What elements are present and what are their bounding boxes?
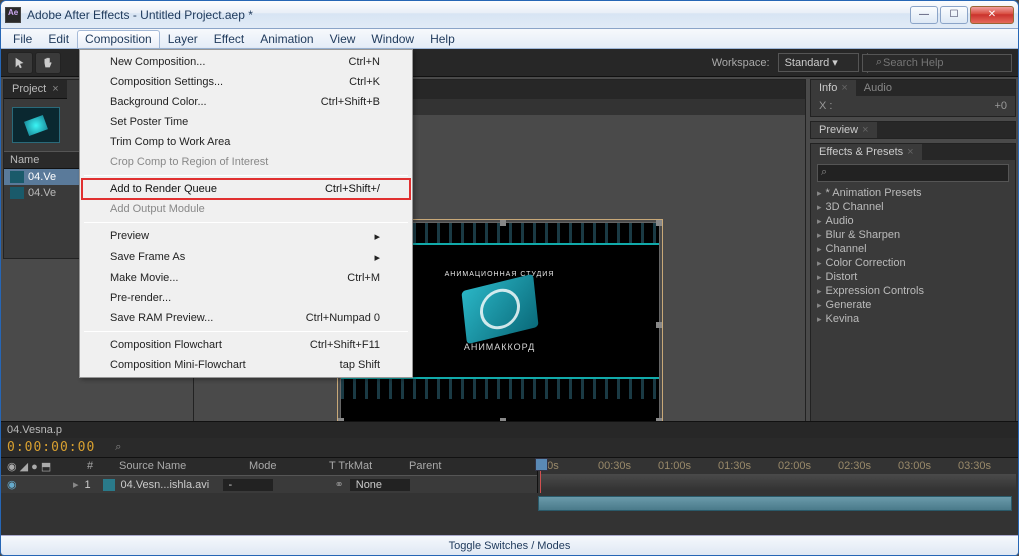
num-col: # — [87, 460, 99, 473]
hand-tool-icon[interactable] — [35, 52, 61, 74]
menu-edit[interactable]: Edit — [40, 30, 77, 48]
effects-tab[interactable]: Effects & Presets× — [811, 144, 922, 160]
menu-item-pre-render[interactable]: Pre-render... — [82, 288, 410, 308]
preview-tab[interactable]: Preview× — [811, 122, 877, 138]
menu-item-add-output-module: Add Output Module — [82, 199, 410, 219]
workspace-label: Workspace: — [712, 57, 770, 69]
menu-item-set-poster-time[interactable]: Set Poster Time — [82, 112, 410, 132]
audio-tab[interactable]: Audio — [856, 80, 900, 96]
menu-help[interactable]: Help — [422, 30, 463, 48]
menu-item-crop-comp-to-region-of-interest: Crop Comp to Region of Interest — [82, 152, 410, 172]
expand-icon[interactable]: ▸ — [817, 244, 822, 255]
layer-row[interactable]: ◉ ▸ 1 04.Vesn...ishla.avi - ⚭ None — [1, 476, 537, 493]
search-icon: ⌕ — [876, 56, 882, 69]
menu-item-preview[interactable]: Preview▸ — [82, 226, 410, 247]
menu-layer[interactable]: Layer — [160, 30, 206, 48]
menu-item-composition-mini-flowchart[interactable]: Composition Mini-Flowcharttap Shift — [82, 355, 410, 375]
footage-icon — [10, 171, 24, 183]
layer-name[interactable]: 04.Vesn...ishla.avi — [121, 479, 217, 491]
menu-item-composition-settings[interactable]: Composition Settings...Ctrl+K — [82, 72, 410, 92]
toggle-switches-button[interactable]: Toggle Switches / Modes — [449, 540, 571, 552]
timecode-display[interactable]: 0:00:00:00 — [7, 440, 95, 455]
expand-icon[interactable]: ▸ — [817, 230, 822, 241]
studio-caption: АНИМАЦИОННАЯ СТУДИЯ — [445, 271, 555, 278]
menu-item-save-frame-as[interactable]: Save Frame As▸ — [82, 247, 410, 268]
expand-icon[interactable]: ▸ — [817, 286, 822, 297]
expand-icon[interactable]: ▸ — [817, 258, 822, 269]
menu-animation[interactable]: Animation — [252, 30, 321, 48]
footage-icon — [10, 187, 24, 199]
expand-icon[interactable]: ▸ — [817, 300, 822, 311]
composition-menu: New Composition...Ctrl+NComposition Sett… — [79, 49, 413, 378]
search-icon: ⌕ — [821, 166, 827, 179]
project-thumbnail — [12, 107, 60, 143]
menu-effect[interactable]: Effect — [206, 30, 252, 48]
minimize-button[interactable]: — — [910, 6, 938, 24]
effects-category[interactable]: ▸3D Channel — [811, 200, 1015, 214]
source-col[interactable]: Source Name — [119, 460, 229, 473]
film-perforation-icon — [341, 377, 659, 399]
effects-category[interactable]: ▸Generate — [811, 298, 1015, 312]
timeline-panel: 04.Vesna.p 0:00:00:00 ⌕ ◉ ◢ ● ⬒ # Source… — [1, 421, 1018, 535]
app-window: Adobe After Effects - Untitled Project.a… — [0, 0, 1019, 556]
work-area-bar[interactable] — [540, 474, 1016, 490]
time-ruler[interactable]: :00s00:30s01:00s01:30s02:00s02:30s03:00s… — [538, 458, 1018, 474]
close-button[interactable]: ✕ — [970, 6, 1014, 24]
effects-category[interactable]: ▸* Animation Presets — [811, 186, 1015, 200]
studio-name: АНИМАККОРД — [464, 342, 535, 352]
menu-view[interactable]: View — [322, 30, 364, 48]
info-tab[interactable]: Info× — [811, 80, 856, 96]
help-search-input[interactable] — [862, 54, 1012, 72]
eye-col-icon: ◉ ◢ ● ⬒ — [7, 460, 67, 473]
layer-clip[interactable] — [538, 496, 1012, 511]
effects-category[interactable]: ▸Color Correction — [811, 256, 1015, 270]
parent-col[interactable]: Parent — [409, 460, 441, 473]
menubar: FileEditCompositionLayerEffectAnimationV… — [1, 29, 1018, 49]
preview-panel: Preview× — [810, 121, 1016, 139]
menu-file[interactable]: File — [5, 30, 40, 48]
trkmat-col[interactable]: T TrkMat — [329, 460, 389, 473]
blend-mode-dropdown[interactable]: - — [223, 479, 273, 491]
parent-dropdown[interactable]: None — [350, 479, 410, 491]
effects-category[interactable]: ▸Audio — [811, 214, 1015, 228]
window-title: Adobe After Effects - Untitled Project.a… — [27, 8, 910, 22]
playhead[interactable] — [540, 458, 541, 493]
status-bar: Toggle Switches / Modes — [1, 535, 1018, 555]
menu-item-save-ram-preview[interactable]: Save RAM Preview...Ctrl+Numpad 0 — [82, 308, 410, 328]
expand-icon[interactable]: ▸ — [817, 314, 822, 325]
timeline-tab[interactable]: 04.Vesna.p — [7, 424, 62, 436]
titlebar: Adobe After Effects - Untitled Project.a… — [1, 1, 1018, 29]
expand-icon[interactable]: ▸ — [817, 216, 822, 227]
expand-icon[interactable]: ▸ — [817, 272, 822, 283]
effects-search-input[interactable] — [817, 164, 1009, 182]
info-panel: Info× Audio X : +0 — [810, 79, 1016, 117]
studio-logo-icon — [461, 274, 538, 345]
effects-category[interactable]: ▸Kevina — [811, 312, 1015, 326]
mode-col[interactable]: Mode — [249, 460, 309, 473]
effects-category[interactable]: ▸Channel — [811, 242, 1015, 256]
project-tab[interactable]: Project× — [4, 80, 67, 99]
menu-item-new-composition[interactable]: New Composition...Ctrl+N — [82, 52, 410, 72]
menu-composition[interactable]: Composition — [77, 30, 160, 48]
info-x-label: X : — [819, 100, 832, 112]
menu-item-add-to-render-queue[interactable]: Add to Render QueueCtrl+Shift+/ — [82, 179, 410, 199]
effects-category[interactable]: ▸Expression Controls — [811, 284, 1015, 298]
expand-icon[interactable]: ▸ — [817, 202, 822, 213]
app-icon — [5, 7, 21, 23]
selection-tool-icon[interactable] — [7, 52, 33, 74]
effects-category[interactable]: ▸Blur & Sharpen — [811, 228, 1015, 242]
menu-item-make-movie[interactable]: Make Movie...Ctrl+M — [82, 268, 410, 288]
workspace-dropdown[interactable]: Standard ▾ — [778, 53, 859, 72]
close-tab-icon[interactable]: × — [52, 83, 58, 95]
menu-window[interactable]: Window — [363, 30, 422, 48]
menu-item-trim-comp-to-work-area[interactable]: Trim Comp to Work Area — [82, 132, 410, 152]
menu-item-background-color[interactable]: Background Color...Ctrl+Shift+B — [82, 92, 410, 112]
effects-category[interactable]: ▸Distort — [811, 270, 1015, 284]
info-y-value: +0 — [994, 100, 1007, 112]
layer-color-icon — [103, 479, 115, 491]
maximize-button[interactable]: ☐ — [940, 6, 968, 24]
menu-item-composition-flowchart[interactable]: Composition FlowchartCtrl+Shift+F11 — [82, 335, 410, 355]
expand-icon[interactable]: ▸ — [817, 188, 822, 199]
